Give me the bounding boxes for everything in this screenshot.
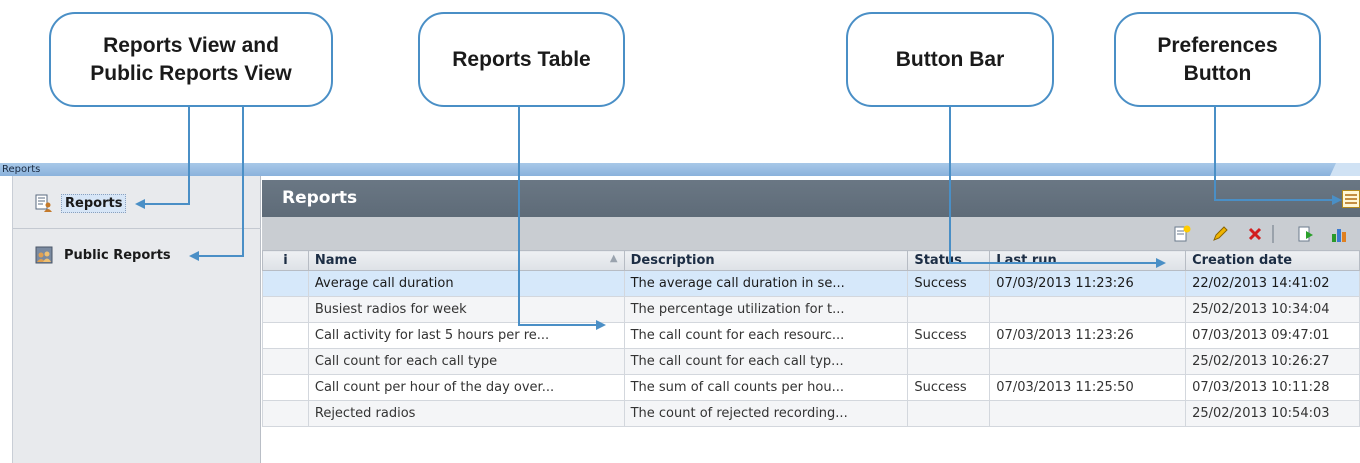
toolbar-separator [1272,225,1274,243]
sidebar: Reports Public Reports [12,176,261,463]
cell-name: Rejected radios [307,400,625,427]
cell-last-run [989,400,1187,427]
cell-name: Call count per hour of the day over... [307,374,625,401]
chart-button[interactable] [1330,224,1350,244]
cell-description: The average call duration in se... [623,270,909,297]
cell-last-run: 07/03/2013 11:25:50 [989,374,1187,401]
callout-preferences-button: Preferences Button [1114,12,1321,107]
edit-icon [1213,226,1228,241]
reports-table: i Name ▲ Description Status Last run Crea… [262,250,1360,427]
window-tab-corner [1330,163,1360,176]
cell-last-run: 07/03/2013 11:23:26 [989,270,1187,297]
cell-creation-date: 25/02/2013 10:34:04 [1185,296,1360,323]
table-row[interactable]: Call count for each call type The call c… [262,348,1360,375]
cell-info [262,374,309,401]
cell-info [262,296,309,323]
panel-title: Reports [282,188,358,208]
cell-info [262,400,309,427]
public-reports-icon [35,246,53,264]
cell-description: The call count for each call typ... [623,348,909,375]
run-report-icon [1298,226,1313,242]
table-row[interactable]: Rejected radios The count of rejected re… [262,400,1360,427]
cell-info [262,348,309,375]
cell-info [262,270,309,297]
cell-info [262,322,309,349]
cell-name: Busiest radios for week [307,296,625,323]
cell-status [907,296,991,323]
cell-last-run [989,348,1187,375]
preferences-button[interactable] [1342,190,1360,208]
sort-ascending-icon: ▲ [609,253,618,264]
table-header-row: i Name ▲ Description Status Last run Crea… [262,250,1360,271]
cell-status: Success [907,270,991,297]
cell-status [907,400,991,427]
sidebar-item-label: Public Reports [64,247,171,263]
column-header-name-label: Name [314,253,357,268]
cell-description: The percentage utilization for t... [623,296,909,323]
window-title-bar: Reports [0,163,1360,176]
column-header-info[interactable]: i [262,250,309,271]
cell-status: Success [907,322,991,349]
cell-status [907,348,991,375]
window-title: Reports [2,164,41,175]
table-row[interactable]: Call count per hour of the day over... T… [262,374,1360,401]
column-header-name[interactable]: Name ▲ [307,250,625,271]
reports-icon [35,194,52,212]
column-header-status[interactable]: Status [907,250,991,271]
sidebar-item-reports[interactable]: Reports [13,190,261,216]
sidebar-item-label: Reports [61,193,127,213]
preferences-icon [1345,194,1357,204]
cell-description: The sum of call counts per hou... [623,374,909,401]
table-row[interactable]: Call activity for last 5 hours per re...… [262,322,1360,349]
run-report-button[interactable] [1296,224,1316,244]
cell-last-run: 07/03/2013 11:23:26 [989,322,1187,349]
cell-creation-date: 25/02/2013 10:54:03 [1185,400,1360,427]
chart-icon [1332,229,1346,242]
column-header-creation-date[interactable]: Creation date [1185,250,1360,271]
cell-creation-date: 22/02/2013 14:41:02 [1185,270,1360,297]
new-report-button[interactable] [1172,224,1192,244]
new-report-icon [1174,225,1191,242]
cell-description: The count of rejected recording... [623,400,909,427]
column-header-last-run[interactable]: Last run [989,250,1187,271]
cell-name: Call activity for last 5 hours per re... [307,322,625,349]
sidebar-divider [13,228,261,229]
callout-button-bar: Button Bar [846,12,1054,107]
edit-button[interactable] [1210,224,1230,244]
callout-reports-table: Reports Table [418,12,625,107]
callout-reports-views: Reports View and Public Reports View [49,12,333,107]
delete-icon [1248,227,1262,241]
button-bar [262,217,1360,250]
delete-button[interactable] [1245,224,1265,244]
cell-name: Average call duration [307,270,625,297]
cell-creation-date: 25/02/2013 10:26:27 [1185,348,1360,375]
cell-creation-date: 07/03/2013 10:11:28 [1185,374,1360,401]
cell-status: Success [907,374,991,401]
sidebar-item-public-reports[interactable]: Public Reports [13,242,261,268]
table-row[interactable]: Busiest radios for week The percentage u… [262,296,1360,323]
table-row[interactable]: Average call duration The average call d… [262,270,1360,297]
cell-last-run [989,296,1187,323]
panel-header: Reports [262,180,1360,217]
cell-name: Call count for each call type [307,348,625,375]
cell-description: The call count for each resourc... [623,322,909,349]
reports-panel: Reports i Name ▲ Description Status Last… [262,176,1360,463]
column-header-description[interactable]: Description [623,250,909,271]
cell-creation-date: 07/03/2013 09:47:01 [1185,322,1360,349]
